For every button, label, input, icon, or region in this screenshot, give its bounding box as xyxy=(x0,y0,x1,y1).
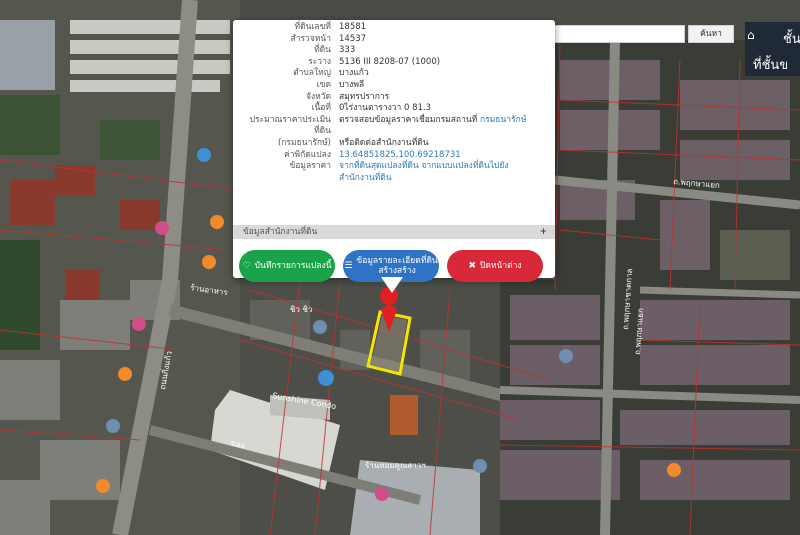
info-row: สำนักงานที่ดิน xyxy=(233,173,555,185)
treasury-link[interactable]: กรมธนารักษ์ xyxy=(480,115,526,125)
close-window-label: ปิดหน้าต่าง xyxy=(480,261,522,271)
popup-pointer xyxy=(381,277,403,293)
heart-icon: ♡ xyxy=(242,261,251,271)
search-button[interactable]: ค้นหา xyxy=(688,25,734,43)
parcel-details-label-1: ข้อมูลรายละเอียดที่ดิน xyxy=(356,256,438,266)
home-icon[interactable]: ⌂ xyxy=(747,28,755,42)
info-row: ข้อมูลราคา จากที่ดินสุดแปลงที่ดิน จากแบบแ… xyxy=(233,161,555,173)
section-title: ข้อมูลสำนักงานที่ดิน xyxy=(243,227,318,237)
close-window-button[interactable]: ✖ ปิดหน้าต่าง xyxy=(447,250,543,282)
land-office-section[interactable]: ข้อมูลสำนักงานที่ดิน + xyxy=(233,225,555,239)
info-row: เขต บางพลี xyxy=(316,79,365,90)
list-icon: ☰ xyxy=(344,261,353,271)
info-row: ระวาง 5136 III 8208-07 (1000) xyxy=(308,56,441,67)
layer-panel[interactable]: ⌂ ชั้น ที่ชั้นข xyxy=(745,22,800,76)
place-label-bottom: ร้านหอมคูณสาวฯ xyxy=(365,461,426,471)
parcel-details-label-2: สร้างสร้าง xyxy=(378,266,416,276)
info-row: ตำบลใหญ่ บางแก้ว xyxy=(293,68,369,79)
land-office-link[interactable]: สำนักงานที่ดิน xyxy=(339,173,555,185)
info-row: ประมาณราคาประเมินที่ดิน ตรวจสอบข้อมูลราคา… xyxy=(249,114,527,137)
info-row: เนื้อที่ 0ไร่งานตารางวา 0 81.3 xyxy=(311,103,432,114)
info-row: (กรมธนารักษ์) หรือติดต่อสำนักงานที่ดิน xyxy=(277,137,429,148)
price-link[interactable]: จากที่ดินสุดแปลงที่ดิน จากแบบแปลงที่ดินไ… xyxy=(339,161,555,173)
save-parcel-label: บันทึกรายการแปลงนี้ xyxy=(254,261,332,271)
close-icon: ✖ xyxy=(468,261,476,271)
info-row: จังหวัด สมุทรปราการ xyxy=(305,91,390,102)
coordinates-link[interactable]: 13.64851825,100.69218731 xyxy=(339,150,555,162)
layer-label-2: ที่ชั้นข xyxy=(753,58,789,73)
layer-label-1: ชั้น xyxy=(783,32,800,47)
info-row: ค่าพิกัดแปลง 13.64851825,100.69218731 xyxy=(233,150,555,162)
info-row: ที่ดิน 333 xyxy=(314,45,356,56)
place-label-mid: ชิว ชิว xyxy=(290,305,312,314)
info-row: สำรวจหน้า 14537 xyxy=(290,33,367,44)
save-parcel-button[interactable]: ♡ บันทึกรายการแปลงนี้ xyxy=(239,250,335,282)
info-row: ที่ดินเลขที่ 18581 xyxy=(294,22,367,32)
parcel-info-table: ที่ดินเลขที่ 18581 สำรวจหน้า 14537 ที่ดิน 3… xyxy=(233,22,555,184)
parcel-info-popup: ที่ดินเลขที่ 18581 สำรวจหน้า 14537 ที่ดิน 3… xyxy=(233,20,555,282)
expand-plus-icon[interactable]: + xyxy=(540,225,547,239)
